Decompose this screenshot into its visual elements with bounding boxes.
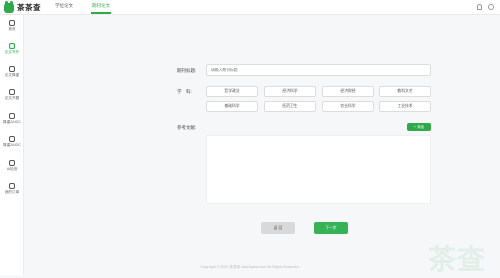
back-button[interactable]: 返 回 [261,222,295,234]
subject-chip[interactable]: 经济科学 [264,86,316,97]
top-bar: 茶茶查 学位论文 期刊论文 [0,0,500,15]
rewrite-icon [9,66,15,72]
subject-chip[interactable]: 经济财经 [322,86,374,97]
sidebar-item-label: AI检测 [6,167,18,171]
user-avatar-icon[interactable] [488,4,494,10]
sidebar-item-label: 论文写作 [4,50,20,54]
frog-logo-icon [4,0,14,13]
subject-chip[interactable]: 基础科学 [206,101,258,112]
ai-detect-icon [9,160,15,166]
subject-chip[interactable]: 教科文艺 [379,86,431,97]
sidebar-item-rewrite[interactable]: 论文降重 [0,66,24,78]
sidebar-item-aigc[interactable]: 降重2AIGC [0,113,24,125]
add-reference-button[interactable]: + 添加 [407,123,431,131]
sidebar-item-writing[interactable]: 论文写作 [0,43,24,55]
sidebar-item-aigc-2[interactable]: 降重2AIGC [0,136,24,148]
aigc-reduce-icon-2 [9,136,15,142]
references-area[interactable] [206,135,431,204]
sidebar-item-label: 论文降重 [4,73,20,77]
sidebar-item-label: 降重2AIGC [3,120,21,124]
order-icon [9,183,15,189]
sidebar: 首页 论文写作 论文降重 论文开题 降重2AIGC 降重2AIGC AI检测 我… [0,15,24,275]
sidebar-item-label: 论文开题 [4,96,20,100]
journal-title-input[interactable] [206,64,431,76]
sidebar-item-label: 首页 [8,27,16,31]
aigc-reduce-icon [9,113,15,119]
sidebar-item-home[interactable]: 首页 [0,20,24,32]
subject-chip[interactable]: 农业科学 [322,101,374,112]
subject-label: 学 科: [177,89,192,94]
next-button[interactable]: 下一步 [314,222,348,234]
sidebar-item-label: 降重2AIGC [3,143,21,147]
footer-copyright: Copyright © 2023 茶茶查 chachacha.com All R… [200,265,300,269]
notification-icon[interactable] [477,4,482,10]
edit-icon [9,43,15,49]
sidebar-item-open-topic[interactable]: 论文开题 [0,89,24,101]
references-label: 参考文献: [177,125,197,130]
title-label: 期刊标题: [177,68,197,73]
subject-chip[interactable]: 哲学政法 [206,86,258,97]
subject-chip[interactable]: 医药卫生 [264,101,316,112]
tab-thesis[interactable]: 学位论文 [55,3,73,9]
add-reference-label: 添加 [416,125,425,129]
app-name: 茶茶查 [17,3,41,12]
open-topic-icon [9,89,15,95]
sidebar-item-orders[interactable]: 我的订单 [0,183,24,195]
home-icon [9,20,15,26]
subject-chip[interactable]: 工业技术 [379,101,431,112]
app-logo[interactable]: 茶茶查 [4,0,41,13]
sidebar-item-ai-detect[interactable]: AI检测 [0,160,24,172]
tab-journal[interactable]: 期刊论文 [91,3,111,14]
sidebar-item-label: 我的订单 [4,190,20,194]
watermark: 茶查 [428,243,487,276]
